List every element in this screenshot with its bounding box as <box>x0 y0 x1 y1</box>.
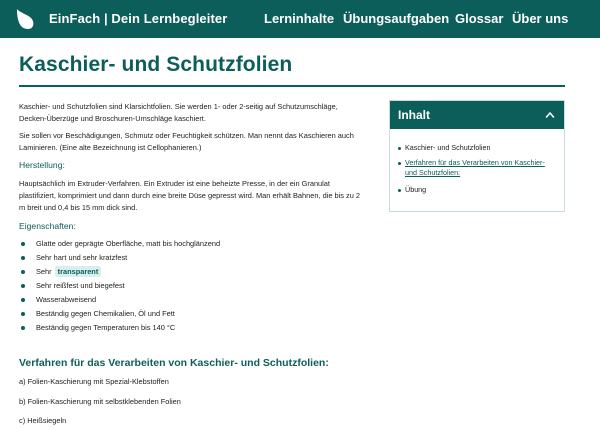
title-divider <box>19 85 565 87</box>
verfahren-item-c: c) Heißsiegeln <box>19 416 67 425</box>
bullet-icon <box>21 326 25 330</box>
bullet-icon <box>21 284 25 288</box>
bullet-icon <box>21 242 25 246</box>
toc-item-label: Kaschier- und Schutzfolien <box>405 143 491 152</box>
glossary-badge-transparent[interactable]: transparent <box>54 266 102 277</box>
list-item-text: Beständig gegen Temperaturen bis 140 °C <box>36 323 176 332</box>
leaf-logo-icon[interactable] <box>14 7 36 31</box>
verfahren-item-b: b) Folien-Kaschierung mit selbstklebende… <box>19 397 181 406</box>
toc-title: Inhalt <box>398 108 430 122</box>
bullet-icon <box>21 270 25 274</box>
list-item-text: Wasserabweisend <box>36 295 97 304</box>
list-item-text: Glatte oder geprägte Oberfläche, matt bi… <box>36 239 221 248</box>
bullet-icon <box>398 147 401 150</box>
herstellung-heading: Herstellung: <box>19 160 65 170</box>
herstellung-line-2: plastifiziert, komprimiert und dann durc… <box>19 191 360 200</box>
verfahren-heading: Verfahren für das Verarbeiten von Kaschi… <box>19 357 329 369</box>
toc-toggle[interactable]: Inhalt <box>390 101 564 129</box>
herstellung-line-1: Hauptsächlich im Extruder-Verfahren. Ein… <box>19 179 330 188</box>
nav-ueber-uns[interactable]: Über uns <box>512 11 568 26</box>
list-item-text: Sehr reißfest und biegefest <box>36 281 125 290</box>
list-item-text: Sehr hart und sehr kratzfest <box>36 253 128 262</box>
verfahren-item-a: a) Folien-Kaschierung mit Spezial-Klebst… <box>19 377 169 386</box>
bullet-icon <box>21 312 25 316</box>
herstellung-line-3: m breit und 0,4 bis 15 mm dick sind. <box>19 203 138 212</box>
eigenschaften-heading: Eigenschaften: <box>19 221 76 231</box>
toc-panel: Inhalt Kaschier- und Schutzfolien Verfah… <box>389 100 565 212</box>
list-item-text: Beständig gegen Chemikalien, Öl und Fett <box>36 309 175 318</box>
nav-glossar[interactable]: Glossar <box>455 11 503 26</box>
bullet-icon <box>21 256 25 260</box>
toc-item-label: und Schutzfolien: <box>405 168 461 177</box>
brand-link[interactable]: EinFach | Dein Lernbegleiter <box>49 11 227 26</box>
chevron-up-icon <box>545 112 555 118</box>
top-navbar: EinFach | Dein Lernbegleiter Lerninhalte… <box>0 0 600 38</box>
list-item-prefix: Sehr <box>36 267 52 276</box>
page-title: Kaschier- und Schutzfolien <box>19 53 293 76</box>
intro-line-4: Laminieren. (Eine alte Bezeichnung ist C… <box>19 143 202 152</box>
toc-item-label: Übung <box>405 185 427 194</box>
nav-uebungsaufgaben[interactable]: Übungsaufgaben <box>343 11 449 26</box>
bullet-icon <box>21 298 25 302</box>
list-item-text: Sehr transparent <box>36 266 102 278</box>
intro-line-2: Decken-Überzüge und Broschuren-Umschläge… <box>19 114 206 123</box>
intro-line-3: Sie sollen vor Beschädigungen, Schmutz o… <box>19 131 354 140</box>
bullet-icon <box>398 189 401 192</box>
toc-item-label: Verfahren für das Verarbeiten von Kaschi… <box>405 158 545 167</box>
intro-line-1: Kaschier- und Schutzfolien sind Klarsich… <box>19 102 338 111</box>
bullet-icon <box>398 162 401 165</box>
nav-lerninhalte[interactable]: Lerninhalte <box>264 11 334 26</box>
